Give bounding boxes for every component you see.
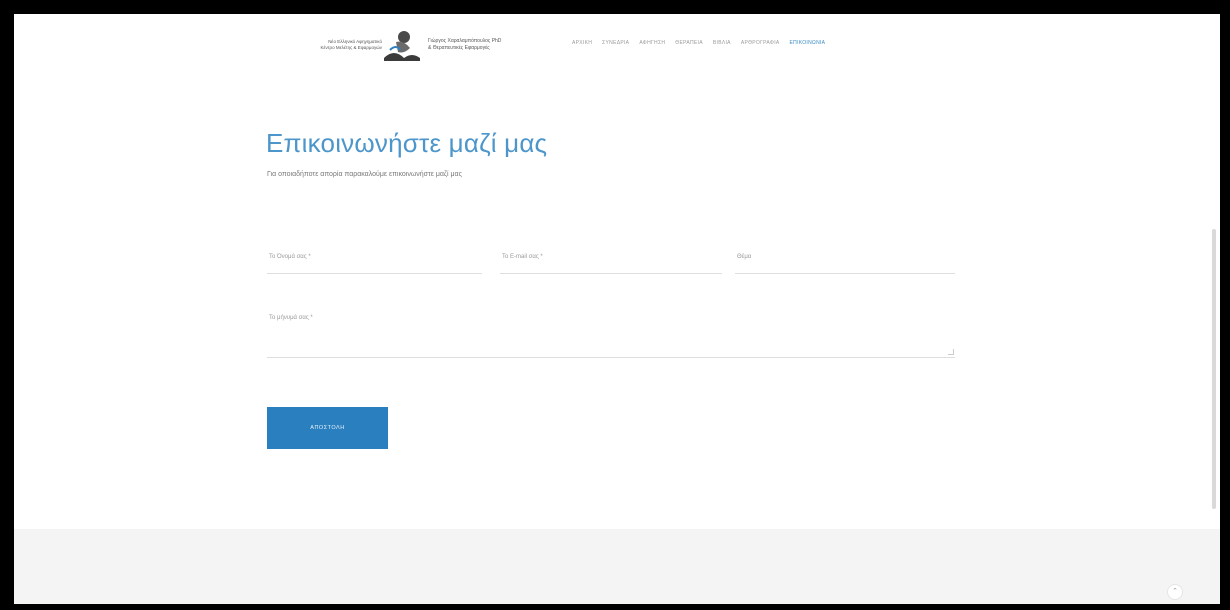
nav-item-contact[interactable]: ΕΠΙΚΟΙΝΩΝΙΑ [790,40,826,46]
nav-item-articles[interactable]: ΑΡΘΡΟΓΡΑΦΙΑ [741,40,780,46]
site-header: Νέο Ελληνικό Αφηγηματικό Κέντρο Μελέτης … [14,14,1220,76]
logo-right-text: Γιώργος Χαραλαμπόπουλος PhD & Θεραπευτικ… [428,38,548,51]
name-field[interactable]: Το Όνομά σας * [267,249,482,274]
name-field-label: Το Όνομά σας * [269,254,311,260]
site-logo[interactable]: Νέο Ελληνικό Αφηγηματικό Κέντρο Μελέτης … [264,26,549,66]
nav-item-home[interactable]: ΑΡΧΙΚΗ [572,40,592,46]
page-subtitle: Για οποιαδήποτε απορία παρακαλούμε επικο… [267,171,462,178]
message-field-label: Το μήνυμά σας * [269,315,313,321]
main-navigation: ΑΡΧΙΚΗ ΣΥΝΕΔΡΙΑ ΑΦΗΓΗΣΗ ΘΕΡΑΠΕΙΑ ΒΙΒΛΙΑ … [572,40,825,46]
page-scrollbar[interactable] [1212,229,1216,509]
email-field-label: Το E-mail σας * [502,254,543,260]
message-field[interactable]: Το μήνυμά σας * [267,310,955,358]
logo-left-text: Νέο Ελληνικό Αφηγηματικό Κέντρο Μελέτης … [264,39,383,51]
textarea-resize-handle[interactable] [948,349,954,355]
nav-item-narrative[interactable]: ΑΦΗΓΗΣΗ [639,40,665,46]
submit-button[interactable]: ΑΠΟΣΤΟΛΗ [267,407,388,449]
browser-viewport: Νέο Ελληνικό Αφηγηματικό Κέντρο Μελέτης … [14,14,1220,604]
logo-emblem-icon [384,31,420,61]
nav-item-sessions[interactable]: ΣΥΝΕΔΡΙΑ [602,40,629,46]
nav-item-therapy[interactable]: ΘΕΡΑΠΕΙΑ [675,40,703,46]
page-title: Επικοινωνήστε μαζί μας [266,128,548,158]
subject-field[interactable]: Θέμα [735,249,955,274]
email-field[interactable]: Το E-mail σας * [500,249,722,274]
scroll-to-top-icon[interactable]: ⌃ [1167,584,1183,600]
nav-item-books[interactable]: ΒΙΒΛΙΑ [713,40,731,46]
logo-left-line2: Κέντρο Μελέτης & Εφαρμογών [320,45,383,50]
site-footer [14,529,1220,604]
logo-right-line2: & Θεραπευτικές Εφαρμογές [428,44,490,51]
subject-field-label: Θέμα [737,254,752,260]
